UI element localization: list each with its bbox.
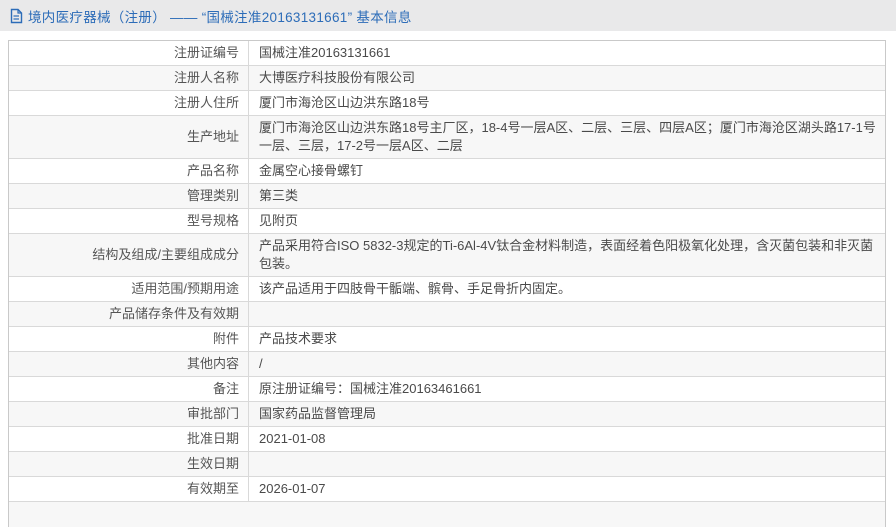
row-value: 原注册证编号：国械注准20163461661 [259, 381, 482, 396]
table-row: 审批部门 国家药品监督管理局 [9, 402, 885, 427]
page-header: 境内医疗器械（注册） —— “国械注准20163131661” 基本信息 [0, 0, 896, 31]
table-row-partial [9, 502, 885, 527]
row-label: 管理类别 [9, 184, 249, 208]
table-row: 产品储存条件及有效期 [9, 302, 885, 327]
table-row: 批准日期 2021-01-08 [9, 427, 885, 452]
row-value: 产品采用符合ISO 5832-3规定的Ti-6Al-4V钛合金材料制造，表面经着… [259, 238, 874, 271]
table-row: 注册人住所 厦门市海沧区山边洪东路18号 [9, 91, 885, 116]
page-title: 境内医疗器械（注册） —— “国械注准20163131661” 基本信息 [28, 9, 412, 25]
row-value: 厦门市海沧区山边洪东路18号 [259, 95, 430, 110]
row-value: 厦门市海沧区山边洪东路18号主厂区，18-4号一层A区、二层、三层、四层A区；厦… [259, 120, 876, 153]
row-label: 适用范围/预期用途 [9, 277, 249, 301]
row-label: 产品储存条件及有效期 [9, 302, 249, 326]
row-value: 金属空心接骨螺钉 [259, 163, 364, 178]
table-row: 管理类别 第三类 [9, 184, 885, 209]
table-row: 备注 原注册证编号：国械注准20163461661 [9, 377, 885, 402]
row-value: 国家药品监督管理局 [259, 406, 377, 421]
table-row: 有效期至 2026-01-07 [9, 477, 885, 502]
row-label: 注册人住所 [9, 91, 249, 115]
row-label: 结构及组成/主要组成成分 [9, 234, 249, 276]
row-value: 2026-01-07 [259, 481, 326, 496]
table-row: 产品名称 金属空心接骨螺钉 [9, 159, 885, 184]
row-value: 第三类 [259, 188, 299, 203]
row-label: 审批部门 [9, 402, 249, 426]
row-value: / [259, 356, 263, 371]
row-value [249, 302, 885, 326]
row-value: 该产品适用于四肢骨干骺端、髌骨、手足骨折内固定。 [259, 281, 572, 296]
row-label: 型号规格 [9, 209, 249, 233]
row-value: 见附页 [259, 213, 299, 228]
row-label: 其他内容 [9, 352, 249, 376]
table-row: 型号规格 见附页 [9, 209, 885, 234]
table-row: 生产地址 厦门市海沧区山边洪东路18号主厂区，18-4号一层A区、二层、三层、四… [9, 116, 885, 159]
row-label: 注册人名称 [9, 66, 249, 90]
row-value [249, 452, 885, 476]
row-label: 产品名称 [9, 159, 249, 183]
info-table: 注册证编号 国械注准20163131661 注册人名称 大博医疗科技股份有限公司… [8, 40, 886, 527]
row-label: 附件 [9, 327, 249, 351]
row-value: 产品技术要求 [259, 331, 338, 346]
row-label: 备注 [9, 377, 249, 401]
row-label: 有效期至 [9, 477, 249, 501]
row-value: 大博医疗科技股份有限公司 [259, 70, 416, 85]
row-label: 批准日期 [9, 427, 249, 451]
table-row: 生效日期 [9, 452, 885, 477]
row-label: 注册证编号 [9, 41, 249, 65]
document-icon [9, 8, 23, 24]
table-row: 附件 产品技术要求 [9, 327, 885, 352]
row-label: 生产地址 [9, 116, 249, 158]
table-row: 结构及组成/主要组成成分 产品采用符合ISO 5832-3规定的Ti-6Al-4… [9, 234, 885, 277]
table-row: 其他内容 / [9, 352, 885, 377]
row-value: 国械注准20163131661 [259, 45, 391, 60]
table-row: 注册证编号 国械注准20163131661 [9, 41, 885, 66]
row-value: 2021-01-08 [259, 431, 326, 446]
table-row: 适用范围/预期用途 该产品适用于四肢骨干骺端、髌骨、手足骨折内固定。 [9, 277, 885, 302]
row-label: 生效日期 [9, 452, 249, 476]
table-row: 注册人名称 大博医疗科技股份有限公司 [9, 66, 885, 91]
